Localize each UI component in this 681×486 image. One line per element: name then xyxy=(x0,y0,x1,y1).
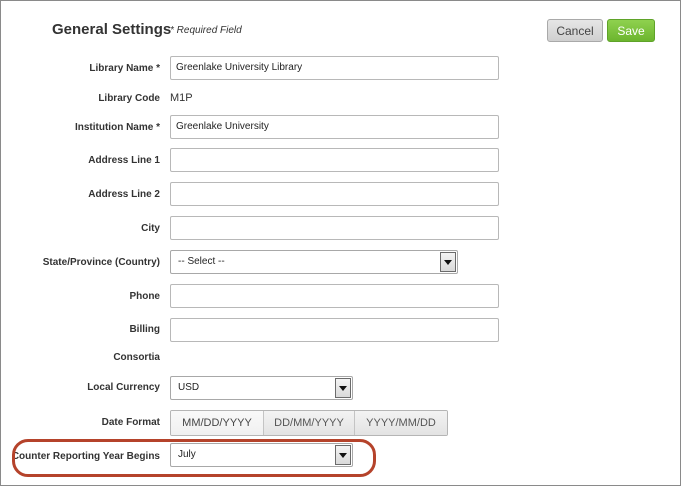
page-title: General Settings xyxy=(52,21,172,38)
counter-year-selected: July xyxy=(178,449,196,460)
counter-year-label: Counter Reporting Year Begins xyxy=(11,451,160,462)
state-province-select[interactable]: -- Select -- xyxy=(170,250,458,274)
chevron-down-icon[interactable] xyxy=(335,378,351,398)
phone-input[interactable] xyxy=(170,284,499,308)
local-currency-label: Local Currency xyxy=(87,382,160,393)
chevron-down-icon[interactable] xyxy=(440,252,456,272)
chevron-down-icon[interactable] xyxy=(335,445,351,465)
date-format-option-dmy[interactable]: DD/MM/YYYY xyxy=(264,411,355,435)
cancel-button[interactable]: Cancel xyxy=(547,19,603,42)
billing-input[interactable] xyxy=(170,318,499,342)
library-name-label: Library Name * xyxy=(89,63,160,74)
library-code-label: Library Code xyxy=(98,93,160,104)
consortia-label: Consortia xyxy=(113,352,160,363)
address-line-1-label: Address Line 1 xyxy=(88,155,160,166)
local-currency-select[interactable]: USD xyxy=(170,376,353,400)
phone-label: Phone xyxy=(129,291,160,302)
library-name-input[interactable]: Greenlake University Library xyxy=(170,56,499,80)
state-province-label: State/Province (Country) xyxy=(42,257,160,268)
billing-label: Billing xyxy=(129,324,160,335)
settings-panel: General Settings * Required Field Cancel… xyxy=(0,0,681,486)
address-line-1-input[interactable] xyxy=(170,148,499,172)
local-currency-selected: USD xyxy=(178,382,200,393)
library-code-value: M1P xyxy=(170,92,193,104)
city-input[interactable] xyxy=(170,216,499,240)
date-format-option-ymd[interactable]: YYYY/MM/DD xyxy=(355,411,447,435)
required-field-note: * Required Field xyxy=(170,25,242,36)
institution-name-input[interactable]: Greenlake University xyxy=(170,115,499,139)
address-line-2-input[interactable] xyxy=(170,182,499,206)
state-province-selected: -- Select -- xyxy=(178,256,225,267)
date-format-toggle: MM/DD/YYYY DD/MM/YYYY YYYY/MM/DD xyxy=(170,410,448,436)
counter-year-select[interactable]: July xyxy=(170,443,353,467)
date-format-label: Date Format xyxy=(101,417,160,428)
save-button[interactable]: Save xyxy=(607,19,655,42)
address-line-2-label: Address Line 2 xyxy=(88,189,160,200)
city-label: City xyxy=(141,223,160,234)
date-format-option-mdy[interactable]: MM/DD/YYYY xyxy=(171,411,264,435)
institution-name-label: Institution Name * xyxy=(74,122,160,133)
